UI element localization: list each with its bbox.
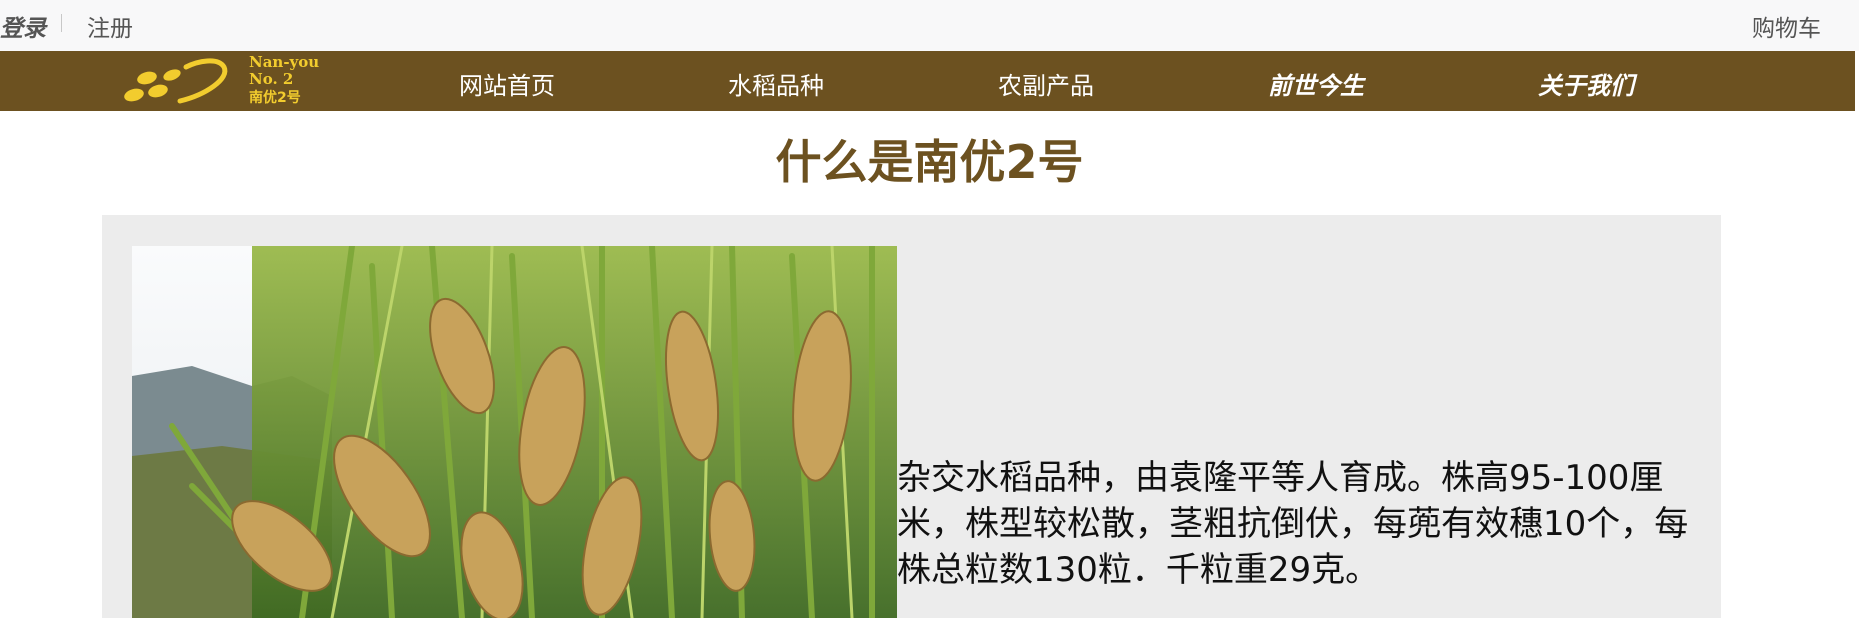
logo-text-chinese: 南优2号: [249, 90, 301, 106]
register-link[interactable]: 注册: [87, 9, 133, 43]
logo-text-latin: Nan-you: [249, 53, 320, 71]
content-panel: 杂交水稻品种，由袁隆平等人育成。株高95-100厘米，株型较松散，茎粗抗倒伏，每…: [102, 215, 1721, 618]
nav-rice-varieties[interactable]: 水稻品种: [728, 66, 824, 101]
nav-farm-products[interactable]: 农副产品: [998, 66, 1094, 101]
rice-grain-logo-icon: [124, 58, 228, 104]
login-link[interactable]: 登录: [0, 9, 46, 43]
divider: [61, 14, 62, 32]
logo[interactable]: Nan-you No. 2 南优2号: [120, 53, 360, 109]
nav-home[interactable]: 网站首页: [459, 66, 555, 101]
top-bar: 登录 注册 购物车: [0, 0, 1859, 51]
nav-about-us[interactable]: 关于我们: [1538, 66, 1634, 101]
nav-history[interactable]: 前世今生: [1268, 66, 1364, 101]
variety-description: 杂交水稻品种，由袁隆平等人育成。株高95-100厘米，株型较松散，茎粗抗倒伏，每…: [897, 458, 1689, 590]
logo-text-number: No. 2: [249, 70, 294, 88]
rice-photo: [132, 246, 897, 618]
main-navbar: Nan-you No. 2 南优2号 网站首页 水稻品种 农副产品 前世今生 关…: [0, 51, 1855, 111]
cart-link[interactable]: 购物车: [1752, 9, 1821, 43]
page-title: 什么是南优2号: [775, 135, 1084, 189]
